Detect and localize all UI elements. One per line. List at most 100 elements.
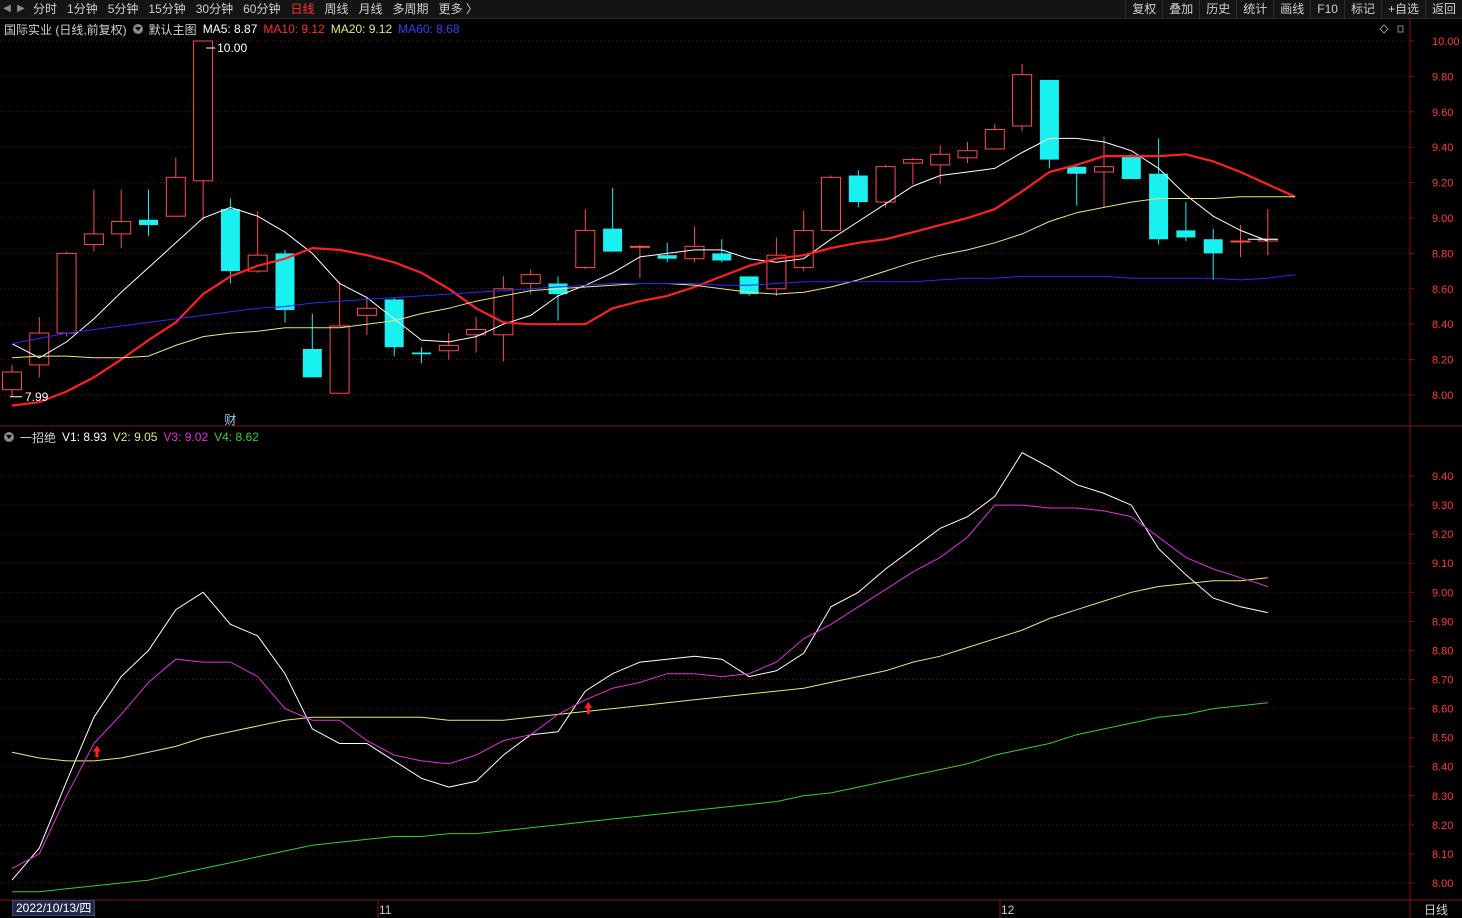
- main-axis-label: 9.60: [1432, 107, 1453, 119]
- candle: [1012, 64, 1033, 132]
- finance-marker[interactable]: 财: [224, 413, 236, 427]
- candle-body: [603, 228, 623, 252]
- candle: [875, 164, 896, 208]
- candle: [302, 313, 322, 378]
- candle: [384, 297, 404, 357]
- ma-line-ma10: [11, 153, 1296, 407]
- chart-annotations: 10.00 7.99 财 11 12 日线: [10, 24, 1448, 918]
- candle-body: [356, 307, 377, 316]
- ma-line-ma60: [11, 274, 1296, 345]
- sub-axis-label: 8.30: [1432, 791, 1453, 803]
- main-axis-label: 9.80: [1432, 71, 1453, 83]
- candle: [1121, 154, 1141, 180]
- candle: [165, 157, 186, 217]
- candle: [412, 347, 431, 364]
- indicator-line-v4: [12, 702, 1268, 893]
- candle-body: [984, 129, 1005, 150]
- candle: [111, 189, 132, 249]
- candle-body: [1176, 230, 1196, 238]
- candle-body: [821, 176, 841, 231]
- candle-body: [1230, 240, 1251, 243]
- candle: [139, 189, 158, 236]
- candle-body: [220, 209, 240, 272]
- candle: [438, 333, 459, 360]
- main-axis-label: 9.00: [1432, 213, 1453, 225]
- candle-body: [793, 229, 814, 269]
- candle-body: [29, 332, 50, 366]
- candle: [2, 364, 22, 397]
- candle-body: [438, 344, 459, 352]
- candle: [902, 157, 923, 185]
- candle-body: [193, 40, 214, 182]
- candle-body: [712, 253, 732, 261]
- sub-axis-label: 8.40: [1432, 762, 1453, 774]
- main-axis-label: 8.40: [1432, 319, 1453, 331]
- candle: [1149, 138, 1169, 245]
- candle: [56, 251, 77, 337]
- candle-body: [629, 245, 650, 248]
- sub-axis-label: 8.60: [1432, 704, 1453, 716]
- main-price-panel: [2, 40, 1296, 407]
- sub-axis-label: 8.10: [1432, 849, 1453, 861]
- sub-axis-label: 9.20: [1432, 529, 1453, 541]
- crosshair-date-label: 2022/10/13/四: [12, 900, 96, 916]
- indicator-panel: [11, 452, 1268, 893]
- low-price-label: 7.99: [25, 390, 49, 404]
- high-price-label: 10.00: [217, 41, 247, 55]
- candle-body: [412, 352, 431, 355]
- indicator-line-v3: [11, 504, 1268, 869]
- period-indicator: 日线: [1424, 903, 1448, 917]
- candle: [193, 40, 214, 220]
- candle: [575, 209, 596, 270]
- candle: [466, 317, 487, 353]
- candle-body: [902, 159, 923, 164]
- candle: [1176, 202, 1196, 242]
- candle-body: [1149, 173, 1169, 240]
- candle: [1039, 79, 1059, 169]
- main-axis-label: 10.00: [1432, 36, 1460, 48]
- candle: [712, 239, 732, 263]
- candle-body: [111, 221, 132, 235]
- candle-body: [83, 233, 104, 246]
- main-axis-label: 8.00: [1432, 390, 1453, 402]
- buy-signal-arrow: [92, 745, 101, 758]
- price-axes: 10.00 9.80 9.60 9.40 9.20 9.00 8.80 8.60 8.40 8.2…: [1410, 36, 1460, 890]
- main-axis-label: 8.20: [1432, 355, 1453, 367]
- sub-axis-label: 8.50: [1432, 733, 1453, 745]
- candle-body: [275, 253, 295, 311]
- sub-axis-label: 8.20: [1432, 820, 1453, 832]
- candle: [766, 237, 787, 296]
- sub-axis-label: 9.10: [1432, 558, 1453, 570]
- main-axis-label: 8.60: [1432, 284, 1453, 296]
- candle-body: [384, 299, 404, 348]
- month-label-12: 12: [1001, 903, 1015, 917]
- buy-signal-arrow: [584, 701, 593, 714]
- main-axis-label: 9.40: [1432, 142, 1453, 154]
- sub-axis-label: 9.40: [1432, 471, 1453, 483]
- sub-axis-label: 9.00: [1432, 587, 1453, 599]
- candle-body: [684, 245, 705, 260]
- candle-body: [875, 166, 896, 203]
- candle-body: [1203, 239, 1223, 254]
- candle: [220, 198, 240, 284]
- candle: [1203, 228, 1223, 280]
- sub-axis-label: 8.80: [1432, 645, 1453, 657]
- candle: [793, 210, 814, 272]
- candle-body: [1012, 74, 1033, 127]
- main-axis-label: 8.80: [1432, 248, 1453, 260]
- sub-axis-label: 9.30: [1432, 500, 1453, 512]
- candle: [821, 175, 841, 233]
- candle-body: [329, 325, 350, 394]
- candle-body: [1121, 156, 1141, 180]
- window-icon: [1397, 25, 1404, 33]
- candle: [984, 124, 1005, 150]
- candle: [1257, 209, 1278, 256]
- candle-body: [56, 252, 77, 334]
- month-label-11: 11: [379, 903, 392, 917]
- diamond-icon: [1379, 24, 1389, 34]
- candle-body: [1039, 79, 1059, 160]
- candle-body: [657, 255, 677, 259]
- indicator-line-v2: [11, 577, 1268, 762]
- kline-chart[interactable]: 10.00 9.80 9.60 9.40 9.20 9.00 8.80 8.60 8.40 8.2…: [0, 0, 1462, 918]
- candle-body: [930, 153, 951, 166]
